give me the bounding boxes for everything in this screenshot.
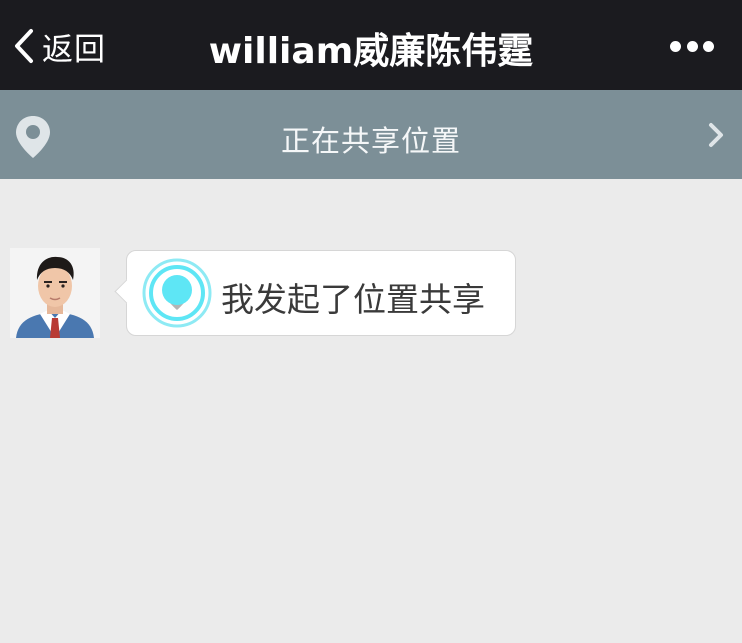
back-label: 返回 (42, 31, 106, 68)
chevron-left-icon (15, 29, 33, 63)
back-button[interactable]: 返回 (12, 26, 106, 68)
chevron-right-icon (709, 123, 723, 147)
location-share-icon (142, 258, 212, 328)
avatar-image (10, 248, 100, 338)
location-sharing-banner[interactable]: 正在共享位置 (0, 90, 742, 179)
chat-title: william威廉陈伟霆 (208, 31, 534, 72)
location-share-message[interactable]: 我发起了位置共享 (114, 250, 516, 336)
banner-label: 正在共享位置 (280, 124, 461, 158)
nav-bar: 返回 william威廉陈伟霆 (0, 0, 742, 90)
avatar[interactable] (10, 248, 100, 338)
chat-area: 我发起了位置共享 (0, 179, 742, 643)
message-text: 我发起了位置共享 (221, 280, 485, 319)
more-dots-icon[interactable] (670, 37, 714, 55)
